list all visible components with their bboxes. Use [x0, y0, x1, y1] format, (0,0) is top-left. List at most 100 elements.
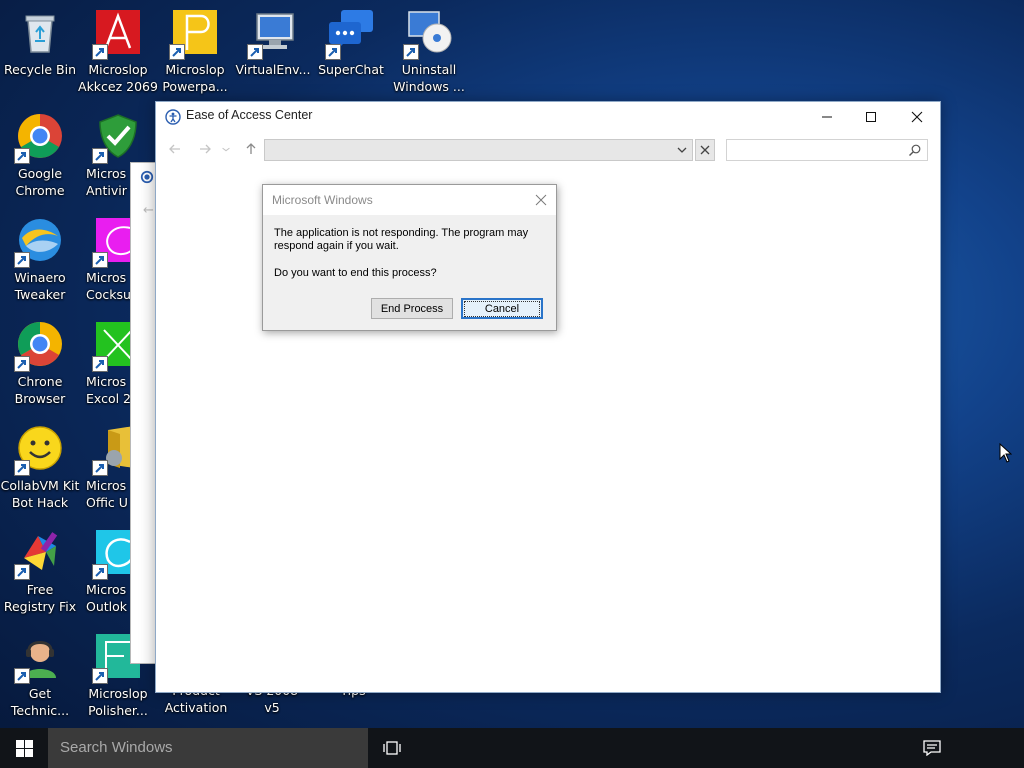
mouse-cursor-icon	[999, 443, 1012, 463]
shortcut-arrow-icon	[92, 356, 108, 372]
shortcut-arrow-icon	[169, 44, 185, 60]
address-bar[interactable]	[264, 139, 693, 161]
powerpoint-icon	[169, 8, 219, 60]
desktop-icon-label: VirtualEnv...	[235, 62, 311, 77]
desktop-icon-label: Chrone Browser	[14, 374, 66, 406]
shield-icon	[92, 112, 142, 164]
window-title: Ease of Access Center	[186, 108, 313, 122]
minimize-icon	[822, 116, 832, 118]
winaero-icon	[14, 216, 64, 268]
desktop-icon-google-chrome[interactable]: Google Chrome	[0, 106, 80, 204]
shortcut-arrow-icon	[92, 44, 108, 60]
desktop-icon-recycle-bin[interactable]: Recycle Bin	[0, 2, 80, 100]
dialog-title-bar[interactable]: Microsoft Windows	[263, 185, 556, 215]
chat-icon	[325, 8, 375, 60]
desktop-icon-chrone-browser[interactable]: Chrone Browser	[0, 314, 80, 412]
action-center-button[interactable]	[918, 728, 946, 768]
shortcut-arrow-icon	[92, 564, 108, 580]
task-view-button[interactable]	[377, 728, 407, 768]
close-button[interactable]	[894, 102, 940, 132]
chrome-icon	[14, 112, 64, 164]
dialog-question: Do you want to end this process?	[274, 267, 437, 279]
desktop-icon-collabvm-kit[interactable]: CollabVM Kit Bot Hack	[0, 418, 80, 516]
ease-of-access-icon	[140, 170, 154, 184]
close-icon	[535, 194, 547, 206]
chrone-icon	[14, 320, 64, 372]
shortcut-arrow-icon	[247, 44, 263, 60]
chevron-down-icon[interactable]	[676, 144, 688, 156]
desktop-icon-microslop-akkcez[interactable]: Microslop Akkcez 2069	[78, 2, 158, 100]
desktop-icon-free-registry-fix[interactable]: Free Registry Fix	[0, 522, 80, 620]
desktop-icon-winaero-tweaker[interactable]: Winaero Tweaker	[0, 210, 80, 308]
search-icon	[909, 144, 921, 156]
shortcut-arrow-icon	[14, 252, 30, 268]
shortcut-arrow-icon	[92, 460, 108, 476]
forward-button[interactable]	[196, 140, 214, 158]
desktop-icon-label: CollabVM Kit Bot Hack	[0, 478, 80, 510]
cancel-label: Cancel	[463, 300, 541, 317]
address-clear-button[interactable]	[695, 139, 715, 161]
desktop-icon-label: Microslop Powerpa...	[162, 62, 228, 94]
recent-locations-button[interactable]	[220, 140, 232, 158]
back-button[interactable]	[166, 140, 184, 158]
shortcut-arrow-icon	[14, 668, 30, 684]
navigation-bar	[156, 132, 940, 168]
shortcut-arrow-icon	[92, 252, 108, 268]
desktop-icon-label: Uninstall Windows ...	[393, 62, 465, 94]
shortcut-arrow-icon	[403, 44, 419, 60]
desktop-icon-label: Google Chrome	[15, 166, 65, 198]
shortcut-arrow-icon	[325, 44, 341, 60]
desktop-icon-label: Free Registry Fix	[3, 582, 77, 614]
desktop-icon-uninstall-windows[interactable]: Uninstall Windows ...	[389, 2, 469, 100]
cancel-button[interactable]: Cancel	[461, 298, 543, 319]
forward-arrow-icon	[200, 144, 211, 154]
chevron-down-icon	[222, 147, 230, 152]
registry-fix-icon	[14, 528, 64, 580]
title-bar[interactable]: Ease of Access Center	[156, 102, 940, 132]
ease-of-access-icon	[165, 109, 181, 125]
shortcut-arrow-icon	[92, 148, 108, 164]
uninstall-icon	[403, 8, 453, 60]
minimize-button[interactable]	[804, 102, 850, 132]
shortcut-arrow-icon	[14, 356, 30, 372]
close-icon	[911, 111, 923, 123]
shortcut-arrow-icon	[14, 460, 30, 476]
dialog-message: The application is not responding. The p…	[274, 227, 529, 252]
end-process-button[interactable]: End Process	[371, 298, 453, 319]
desktop-icon-superchat[interactable]: SuperChat	[311, 2, 391, 100]
desktop-icon-label: Get Technic...	[10, 686, 70, 718]
up-button[interactable]	[242, 140, 260, 158]
desktop-icon-label: Microslop Akkcez 2069	[78, 62, 158, 94]
desktop-icon-virtualenv[interactable]: VirtualEnv...	[233, 2, 313, 100]
desktop-icon-microslop-powerpa[interactable]: Microslop Powerpa...	[155, 2, 235, 100]
dialog-title: Microsoft Windows	[272, 193, 373, 207]
end-process-label: End Process	[380, 302, 444, 315]
notification-icon	[923, 740, 941, 756]
maximize-icon	[866, 112, 876, 122]
back-arrow-icon	[169, 144, 180, 154]
desktop-icon-get-technical[interactable]: Get Technic...	[0, 626, 80, 724]
shortcut-arrow-icon	[14, 564, 30, 580]
task-view-icon	[383, 741, 401, 755]
recycle-bin-icon	[16, 8, 64, 56]
not-responding-dialog[interactable]: Microsoft Windows The application is not…	[262, 184, 557, 331]
windows-logo-icon	[15, 739, 33, 757]
search-input[interactable]	[726, 139, 928, 161]
start-button[interactable]	[0, 728, 48, 768]
up-arrow-icon	[246, 143, 256, 154]
taskbar: Search Windows	[0, 728, 1024, 768]
shortcut-arrow-icon	[14, 148, 30, 164]
desktop-icon-label: SuperChat	[318, 62, 384, 77]
smiley-icon	[14, 424, 64, 476]
computer-icon	[247, 8, 297, 60]
back-arrow-icon: ←	[143, 203, 154, 218]
desktop-icon-label: Recycle Bin	[3, 62, 77, 77]
maximize-button[interactable]	[848, 102, 894, 132]
taskbar-search-box[interactable]: Search Windows	[48, 728, 368, 768]
tech-support-icon	[14, 632, 64, 684]
desktop-icon-label: Winaero Tweaker	[14, 270, 66, 302]
dialog-close-button[interactable]	[532, 191, 550, 209]
access-icon	[92, 8, 142, 60]
close-icon	[700, 145, 710, 155]
desktop-icon-label: Microslop Polisher...	[88, 686, 148, 718]
